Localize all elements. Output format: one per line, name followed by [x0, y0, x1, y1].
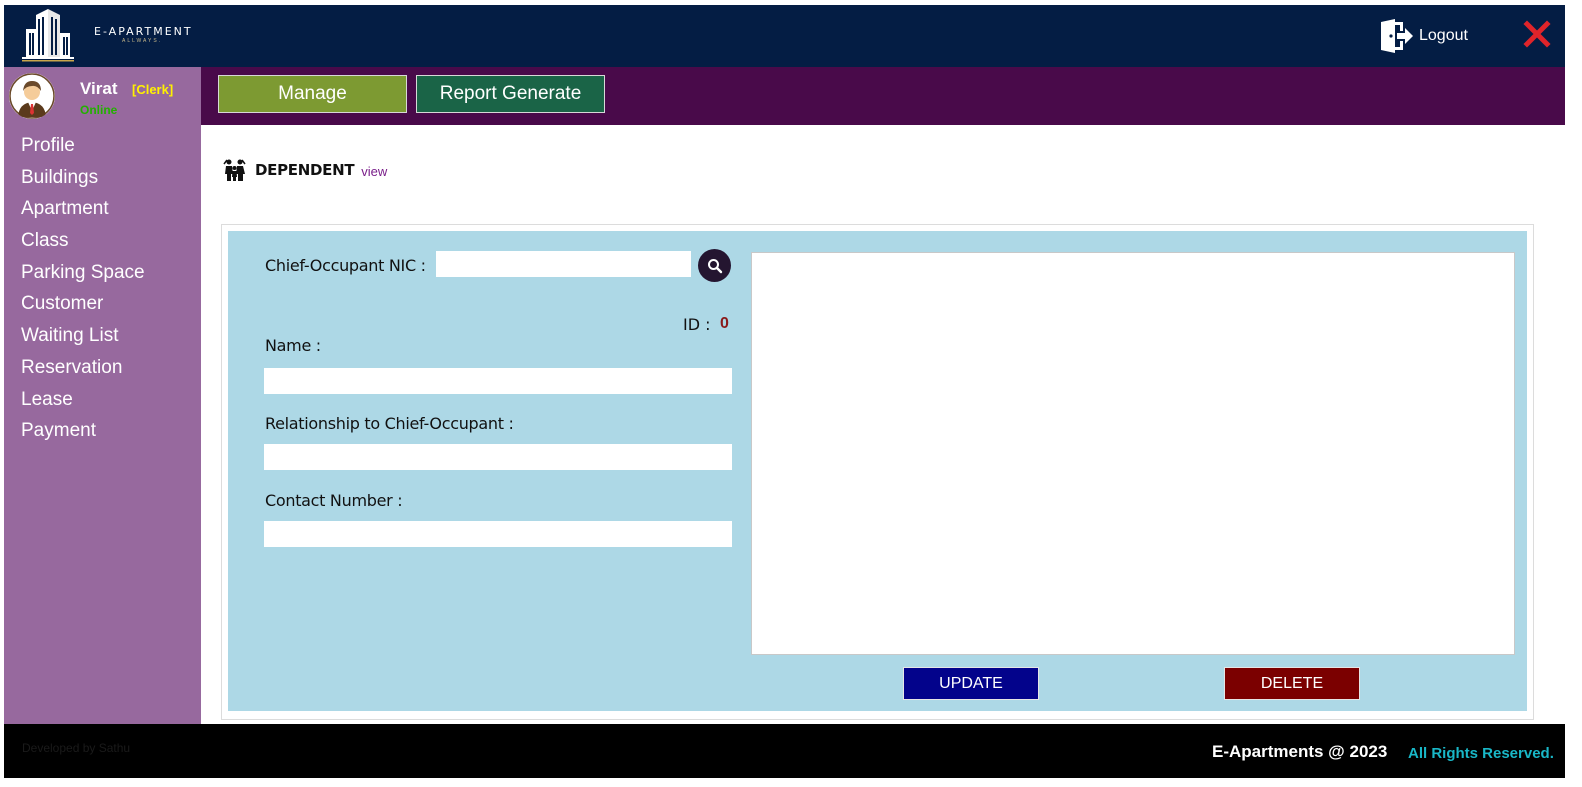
sidebar-item-apartment[interactable]: Apartment [4, 198, 201, 230]
name-input[interactable] [264, 368, 732, 394]
sidebar-item-parking-space[interactable]: Parking Space [4, 262, 201, 294]
nic-label: Chief-Occupant NIC : [265, 256, 426, 275]
update-button[interactable]: UPDATE [903, 667, 1039, 700]
user-status: Online [80, 103, 118, 117]
dependent-form-panel: Chief-Occupant NIC : ID : 0 Name : Relat… [228, 231, 1527, 711]
app-header: E-APARTMENT ALLWAYS. Logout [4, 5, 1565, 67]
main-content: DEPENDENT view Chief-Occupant NIC : ID :… [201, 125, 1565, 724]
logout-door-icon [1381, 19, 1413, 53]
relationship-input[interactable] [264, 444, 732, 470]
top-toolbar: Virat [Clerk] Online Manage Report Gener… [4, 67, 1565, 125]
avatar [9, 73, 55, 119]
id-label: ID : [683, 315, 711, 334]
family-icon [223, 159, 246, 181]
delete-button[interactable]: DELETE [1224, 667, 1360, 700]
report-generate-tab-button[interactable]: Report Generate [416, 75, 605, 113]
brand-tagline: ALLWAYS. [122, 38, 163, 44]
brand-name: E-APARTMENT [94, 25, 193, 38]
copyright-text: E-Apartments @ 2023 [1212, 742, 1388, 761]
building-logo-icon [22, 9, 74, 62]
sidebar-item-lease[interactable]: Lease [4, 389, 201, 421]
sidebar-item-profile[interactable]: Profile [4, 135, 201, 167]
contact-number-input[interactable] [264, 521, 732, 547]
logout-button[interactable]: Logout [1377, 17, 1468, 55]
sidebar-item-waiting-list[interactable]: Waiting List [4, 325, 201, 357]
relationship-label: Relationship to Chief-Occupant : [265, 414, 514, 433]
search-icon [707, 258, 722, 273]
sidebar-item-reservation[interactable]: Reservation [4, 357, 201, 389]
manage-tab-button[interactable]: Manage [218, 75, 407, 113]
sidebar-item-customer[interactable]: Customer [4, 293, 201, 325]
user-name: Virat [80, 79, 118, 98]
search-button[interactable] [698, 249, 731, 282]
id-value: 0 [720, 315, 729, 332]
logout-label: Logout [1419, 27, 1468, 44]
sidebar-item-payment[interactable]: Payment [4, 420, 201, 452]
rights-text: All Rights Reserved. [1408, 745, 1554, 762]
close-icon[interactable] [1522, 19, 1552, 49]
footer: Developed by Sathu E-Apartments @ 2023 A… [4, 724, 1565, 778]
nic-input[interactable] [436, 251, 691, 277]
user-info: Virat [Clerk] Online [4, 67, 201, 125]
developer-credit: Developed by Sathu [22, 741, 131, 755]
app-window: E-APARTMENT ALLWAYS. Logout Virat [Clerk… [4, 5, 1565, 778]
user-role-badge: [Clerk] [132, 82, 174, 97]
view-link[interactable]: view [361, 164, 387, 179]
contact-number-label: Contact Number : [265, 491, 403, 510]
sidebar-item-buildings[interactable]: Buildings [4, 167, 201, 199]
sidebar-item-class[interactable]: Class [4, 230, 201, 262]
name-label: Name : [265, 336, 321, 355]
page-header: DEPENDENT view [223, 158, 387, 182]
sidebar: Profile Buildings Apartment Class Parkin… [4, 125, 201, 724]
dependents-data-grid[interactable] [751, 252, 1515, 655]
user-avatar-icon [9, 73, 55, 119]
form-panel-border: Chief-Occupant NIC : ID : 0 Name : Relat… [221, 224, 1534, 720]
page-title: DEPENDENT [255, 161, 355, 179]
